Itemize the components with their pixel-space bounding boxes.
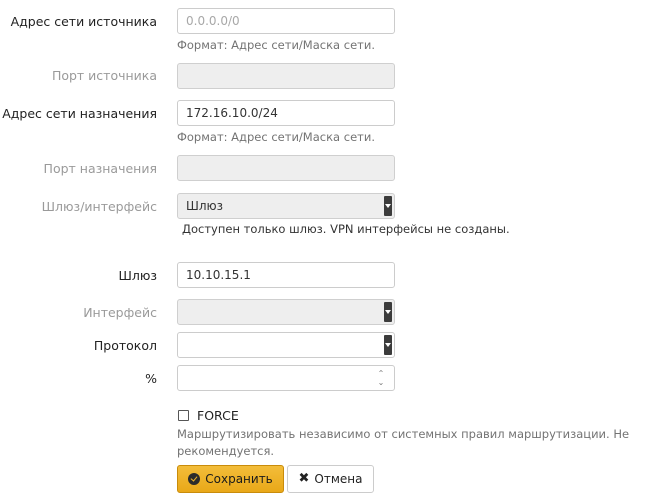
source-port-label: Порт источника xyxy=(51,68,157,83)
source-network-input[interactable]: 0.0.0.0/0 xyxy=(177,8,395,34)
gateway-input[interactable]: 10.10.15.1 xyxy=(177,262,395,288)
percent-label: % xyxy=(145,371,157,386)
chevron-down-icon xyxy=(384,335,392,355)
percent-input[interactable]: ⌃ ⌄ xyxy=(177,365,395,391)
ok-circle-icon xyxy=(188,473,201,485)
source-network-placeholder: 0.0.0.0/0 xyxy=(186,14,240,28)
save-button[interactable]: Сохранить xyxy=(177,465,284,493)
source-network-label: Адрес сети источника xyxy=(10,14,157,29)
gateway-value: 10.10.15.1 xyxy=(186,268,251,282)
cancel-button-label: Отмена xyxy=(314,472,363,486)
cancel-button[interactable]: ✖ Отмена xyxy=(287,465,374,493)
gateway-interface-note: Доступен только шлюз. VPN интерфейсы не … xyxy=(182,222,510,236)
dest-port-input xyxy=(177,155,395,181)
interface-label: Интерфейс xyxy=(83,305,157,320)
chevron-down-icon xyxy=(384,196,392,216)
dest-network-help: Формат: Адрес сети/Маска сети. xyxy=(177,130,375,144)
force-checkbox[interactable] xyxy=(178,409,189,421)
gateway-interface-selected: Шлюз xyxy=(186,199,223,213)
force-help: Маршрутизировать независимо от системных… xyxy=(177,427,630,458)
gateway-interface-select[interactable]: Шлюз xyxy=(177,193,395,219)
dest-network-input[interactable]: 172.16.10.0/24 xyxy=(177,100,395,126)
interface-select xyxy=(177,299,395,325)
chevron-down-icon xyxy=(384,302,392,322)
gateway-interface-label: Шлюз/интерфейс xyxy=(41,199,157,214)
save-button-label: Сохранить xyxy=(205,472,273,486)
spinner-icon[interactable]: ⌃ ⌄ xyxy=(376,369,386,387)
dest-port-label: Порт назначения xyxy=(43,161,157,176)
dest-network-label: Адрес сети назначения xyxy=(2,106,157,121)
source-network-help: Формат: Адрес сети/Маска сети. xyxy=(177,38,375,52)
force-label: FORCE xyxy=(197,407,239,423)
dest-network-value: 172.16.10.0/24 xyxy=(186,106,278,120)
protocol-select[interactable] xyxy=(177,332,395,358)
force-row[interactable]: FORCE xyxy=(178,407,239,423)
close-icon: ✖ xyxy=(298,471,310,486)
gateway-label: Шлюз xyxy=(118,268,157,283)
protocol-label: Протокол xyxy=(93,338,157,353)
source-port-input xyxy=(177,63,395,89)
